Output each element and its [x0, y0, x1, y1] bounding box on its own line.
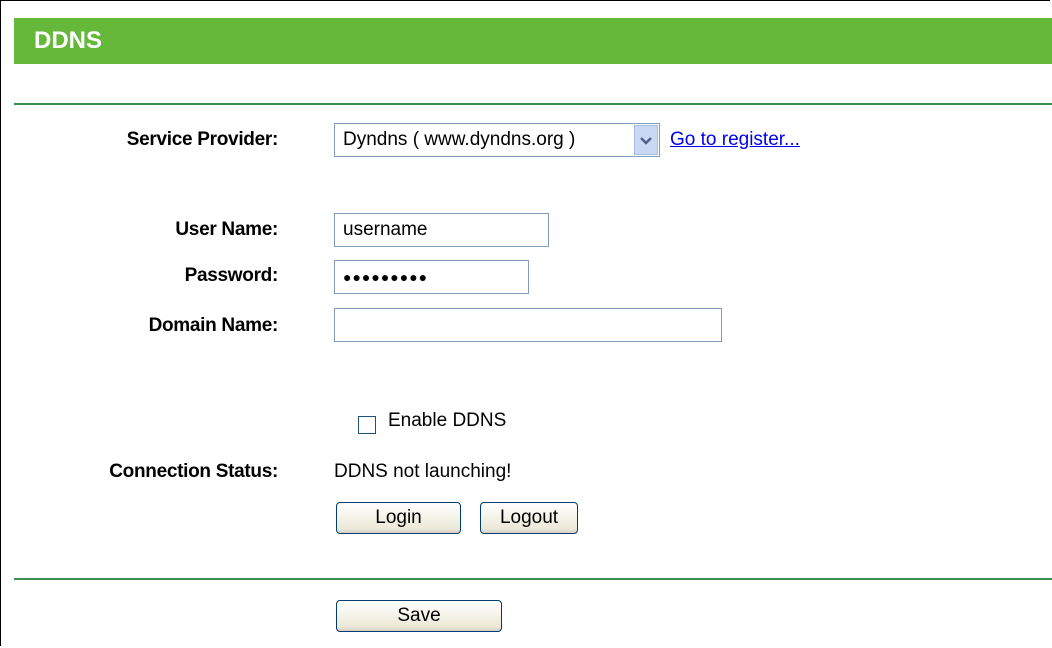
top-divider	[14, 103, 1052, 105]
logout-button[interactable]: Logout	[480, 502, 578, 534]
service-provider-value: Dyndns ( www.dyndns.org )	[343, 129, 576, 150]
service-provider-label: Service Provider:	[126, 129, 279, 150]
login-button[interactable]: Login	[336, 502, 461, 534]
enable-ddns-label: Enable DDNS	[388, 410, 507, 431]
password-label: Password:	[184, 265, 279, 286]
register-link[interactable]: Go to register...	[670, 128, 800, 152]
username-label: User Name:	[175, 219, 278, 240]
bottom-divider	[14, 578, 1052, 580]
connection-status-label: Connection Status:	[109, 461, 278, 482]
domain-name-input[interactable]	[334, 308, 722, 342]
chevron-down-icon[interactable]	[634, 125, 658, 155]
connection-status-value: DDNS not launching!	[334, 461, 512, 482]
service-provider-select[interactable]: Dyndns ( www.dyndns.org )	[334, 123, 660, 157]
save-button[interactable]: Save	[336, 600, 502, 632]
password-input[interactable]: ●●●●●●●●●	[334, 260, 529, 294]
username-input[interactable]: username	[334, 213, 549, 247]
enable-ddns-checkbox[interactable]	[358, 416, 376, 434]
page-title: DDNS	[14, 18, 1052, 64]
domain-name-label: Domain Name:	[148, 315, 279, 336]
